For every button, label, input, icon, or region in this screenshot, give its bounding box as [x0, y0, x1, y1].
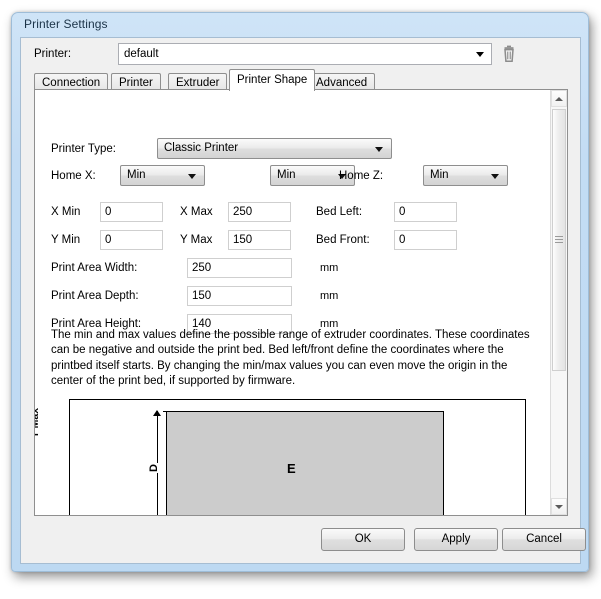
- scrollbar-thumb[interactable]: [552, 109, 566, 371]
- print-area-depth-input[interactable]: 150: [187, 286, 292, 306]
- screen: Printer Settings Printer: default Connec…: [0, 0, 601, 599]
- window-title: Printer Settings: [24, 17, 108, 31]
- diagram-y-axis-label: Y Max: [35, 407, 41, 438]
- scroll-down-button[interactable]: [551, 498, 567, 515]
- home-z-combobox[interactable]: Min: [423, 165, 508, 186]
- trash-icon[interactable]: [500, 45, 518, 64]
- x-max-value: 250: [233, 206, 253, 218]
- ok-button[interactable]: OK: [321, 528, 405, 551]
- home-x-value: Min: [127, 169, 146, 181]
- chevron-down-icon: [491, 173, 499, 179]
- cancel-button[interactable]: Cancel: [502, 528, 586, 551]
- y-min-value: 0: [105, 234, 112, 246]
- diagram-print-bed: [166, 411, 444, 515]
- print-area-width-input[interactable]: 250: [187, 258, 292, 278]
- bed-left-label: Bed Left:: [316, 206, 363, 218]
- dialog-client-area: Printer: default Connection Printer Extr…: [20, 37, 586, 564]
- printer-label: Printer:: [34, 48, 72, 60]
- print-area-depth-value: 150: [192, 290, 212, 302]
- printer-type-combobox[interactable]: Classic Printer: [157, 138, 392, 159]
- printer-settings-window: Printer Settings Printer: default Connec…: [11, 12, 589, 572]
- triangle-up-icon: [555, 96, 563, 101]
- x-min-input[interactable]: 0: [100, 202, 163, 222]
- home-z-label: Home Z:: [339, 170, 384, 182]
- vertical-scrollbar[interactable]: [550, 90, 567, 515]
- print-area-width-unit: mm: [320, 262, 339, 274]
- printer-selector-row: Printer: default: [21, 38, 580, 72]
- panel-content: Printer Type: Classic Printer Home X: Mi…: [35, 90, 551, 515]
- print-area-depth-label: Print Area Depth:: [51, 290, 139, 302]
- chevron-down-icon: [188, 173, 196, 179]
- printer-shape-panel: Printer Type: Classic Printer Home X: Mi…: [34, 89, 568, 516]
- home-x-combobox[interactable]: Min: [120, 165, 205, 186]
- y-max-label: Y Max: [180, 234, 213, 246]
- grip-icon: [555, 236, 563, 244]
- dialog-button-bar: OK Apply Cancel: [22, 516, 586, 562]
- scroll-up-button[interactable]: [551, 90, 567, 107]
- y-min-input[interactable]: 0: [100, 230, 163, 250]
- tab-printer-shape[interactable]: Printer Shape: [229, 69, 316, 91]
- print-area-width-value: 250: [192, 262, 212, 274]
- diagram-depth-label: D: [147, 463, 160, 473]
- bed-front-value: 0: [399, 234, 406, 246]
- y-min-label: Y Min: [51, 234, 81, 246]
- printer-shape-diagram: Y Max E D: [35, 390, 551, 515]
- chevron-down-icon: [375, 146, 383, 152]
- x-max-input[interactable]: 250: [228, 202, 291, 222]
- window-titlebar: Printer Settings: [12, 13, 588, 35]
- print-area-width-label: Print Area Width:: [51, 262, 138, 274]
- bed-front-label: Bed Front:: [316, 234, 370, 246]
- printer-type-label: Printer Type:: [51, 143, 116, 155]
- tabstrip: Connection Printer Extruder Printer Shap…: [34, 69, 568, 91]
- y-max-input[interactable]: 150: [228, 230, 291, 250]
- diagram-depth-tick: [163, 411, 170, 413]
- x-min-label: X Min: [51, 206, 81, 218]
- diagram-depth-arrow-icon: [153, 410, 161, 416]
- bed-left-input[interactable]: 0: [394, 202, 457, 222]
- diagram-bed-label: E: [287, 461, 296, 476]
- x-min-value: 0: [105, 206, 112, 218]
- shape-description-text: The min and max values define the possib…: [51, 329, 530, 388]
- apply-button[interactable]: Apply: [414, 528, 498, 551]
- home-y-value: Min: [277, 169, 296, 181]
- bed-front-input[interactable]: 0: [394, 230, 457, 250]
- chevron-down-icon: [476, 52, 484, 57]
- y-max-value: 150: [233, 234, 253, 246]
- printer-combobox[interactable]: default: [118, 43, 492, 65]
- print-area-depth-unit: mm: [320, 290, 339, 302]
- triangle-down-icon: [555, 504, 563, 509]
- printer-combobox-value: default: [124, 48, 159, 60]
- printer-type-value: Classic Printer: [164, 142, 239, 154]
- home-x-label: Home X:: [51, 170, 96, 182]
- x-max-label: X Max: [180, 206, 213, 218]
- home-z-value: Min: [430, 169, 449, 181]
- bed-left-value: 0: [399, 206, 406, 218]
